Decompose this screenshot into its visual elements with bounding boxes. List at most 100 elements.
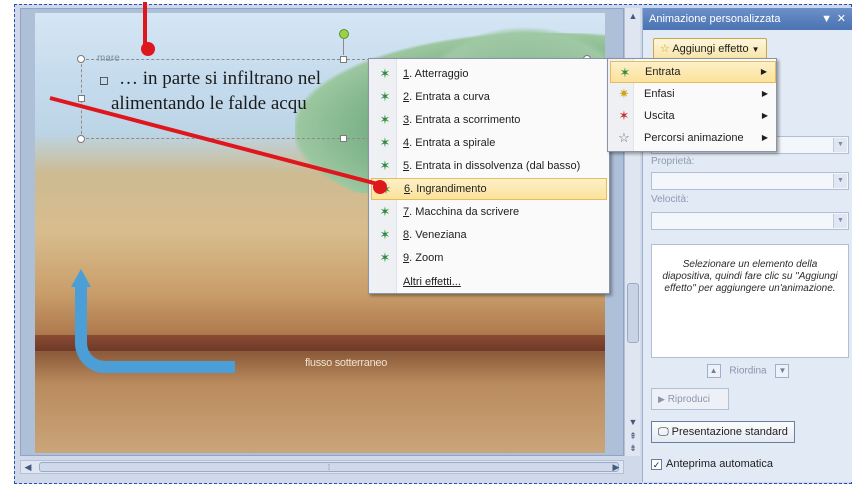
effect-item-label: . Atterraggio xyxy=(409,68,469,80)
submenu-item-0[interactable]: ✶ Entrata ▶ xyxy=(610,61,776,83)
scroll-down-icon[interactable]: ▼ xyxy=(627,416,639,428)
property-combo[interactable]: ▼ xyxy=(651,172,849,190)
annotation-dot-top xyxy=(141,42,155,56)
resize-handle-bottom[interactable] xyxy=(340,135,347,142)
slideshow-button[interactable]: 🖵 Presentazione standard xyxy=(651,421,795,443)
reorder-controls: ▲ Riordina ▼ xyxy=(643,364,853,378)
horizontal-scroll-thumb[interactable]: ⁞ xyxy=(39,462,619,472)
flow-arrow-head-icon xyxy=(71,269,91,287)
slideshow-icon: 🖵 xyxy=(658,426,669,438)
chevron-down-icon: ▼ xyxy=(751,45,760,54)
effect-item-label: . Veneziana xyxy=(409,229,467,241)
entrance-star-icon: ✶ xyxy=(619,65,631,80)
add-effect-submenu: ✶ Entrata ▶ ✷ Enfasi ▶ ✶ Uscita ▶ ☆ Percorsi anima… xyxy=(607,58,777,152)
effect-item-label: . Zoom xyxy=(409,252,444,264)
autopreview-checkbox[interactable]: ✓ xyxy=(651,458,662,470)
scroll-up-icon[interactable]: ▲ xyxy=(627,10,639,22)
effect-item-label: . Macchina da scrivere xyxy=(409,206,520,218)
previous-slide-icon[interactable]: ⇞ xyxy=(627,430,639,442)
entrance-effects-menu: ✶ 1. Atterraggio ✶ 2. Entrata a curva ✶ 3. En… xyxy=(368,58,610,294)
effect-item-label: . Ingrandimento xyxy=(410,183,487,195)
add-effect-star-icon: ☆ xyxy=(660,43,670,55)
resize-handle-left[interactable] xyxy=(78,95,85,102)
property-label: Proprietà: xyxy=(651,156,695,167)
speed-combo[interactable]: ▼ xyxy=(651,212,849,230)
play-button[interactable]: ▶ Riproduci xyxy=(651,388,729,410)
slide-text-line-2: alimentando le falde acqu xyxy=(111,93,307,114)
submenu-item-1[interactable]: ✷ Enfasi ▶ xyxy=(610,83,776,105)
play-label: Riproduci xyxy=(667,394,710,405)
scroll-left-icon[interactable]: ◀ xyxy=(21,461,35,473)
exit-star-icon: ✶ xyxy=(618,108,630,123)
autopreview-option[interactable]: ✓ Anteprima automatica xyxy=(651,458,773,470)
star-green-icon: ✶ xyxy=(379,112,391,127)
speed-label: Velocità: xyxy=(651,194,689,205)
combo-dropdown-icon[interactable]: ▼ xyxy=(833,214,847,228)
effect-item-4[interactable]: ✶ 4. Entrata a spirale xyxy=(371,132,607,154)
combo-dropdown-icon[interactable]: ▼ xyxy=(833,174,847,188)
pane-menu-icon[interactable]: ▼ xyxy=(821,8,832,30)
pane-close-icon[interactable]: ✕ xyxy=(837,8,846,30)
submenu-arrow-icon: ▶ xyxy=(761,89,768,98)
next-slide-icon[interactable]: ⇟ xyxy=(627,442,639,454)
effect-item-2[interactable]: ✶ 2. Entrata a curva xyxy=(371,86,607,108)
submenu-arrow-icon: ▶ xyxy=(761,111,768,120)
star-green-icon: ✶ xyxy=(379,89,391,104)
scroll-right-icon[interactable]: ▶ xyxy=(609,461,623,473)
submenu-arrow-icon: ▶ xyxy=(761,133,768,142)
effect-item-label: . Entrata in dissolvenza (dal basso) xyxy=(409,160,581,172)
submenu-item-label: Entrata xyxy=(645,66,681,78)
star-green-icon: ✶ xyxy=(379,204,391,219)
effect-item-6[interactable]: ✶6. Ingrandimento xyxy=(371,178,607,200)
info-text: Selezionare un elemento della diapositiv… xyxy=(662,259,838,294)
more-effects-item[interactable]: Altri effetti... xyxy=(371,271,607,293)
bullet-icon: ◻ xyxy=(99,73,109,87)
emphasis-star-icon: ✷ xyxy=(618,86,630,101)
resize-handle-bottom-left[interactable] xyxy=(77,135,85,143)
animation-list-box[interactable]: Selezionare un elemento della diapositiv… xyxy=(651,244,849,358)
reorder-label: Riordina xyxy=(729,365,767,377)
annotation-dot-main xyxy=(373,180,387,194)
vertical-scroll-thumb[interactable] xyxy=(627,283,639,343)
add-effect-label: Aggiungi effetto xyxy=(672,43,749,55)
submenu-item-label: Percorsi animazione xyxy=(644,132,744,144)
star-green-icon: ✶ xyxy=(379,250,391,265)
rotation-line xyxy=(343,39,344,55)
submenu-item-label: Uscita xyxy=(644,110,675,122)
effect-item-9[interactable]: ✶ 9. Zoom xyxy=(371,247,607,269)
autopreview-label: Anteprima automatica xyxy=(666,458,773,470)
motion-path-star-icon: ☆ xyxy=(618,130,630,145)
flow-label: flusso sotterraneo xyxy=(305,357,388,369)
slideshow-label: Presentazione standard xyxy=(671,426,788,438)
pane-header: Animazione personalizzata ▼ ✕ xyxy=(643,8,852,30)
star-green-icon: ✶ xyxy=(379,135,391,150)
effect-item-3[interactable]: ✶ 3. Entrata a scorrimento xyxy=(371,109,607,131)
resize-handle-top-left[interactable] xyxy=(77,55,85,63)
submenu-arrow-icon: ▶ xyxy=(760,67,767,76)
combo-dropdown-icon[interactable]: ▼ xyxy=(833,138,847,152)
slide-text-line-1: … in parte si infiltrano nel xyxy=(118,68,322,89)
star-green-icon: ✶ xyxy=(379,66,391,81)
move-up-icon[interactable]: ▲ xyxy=(706,364,721,378)
effect-item-label: . Entrata a curva xyxy=(409,91,490,103)
submenu-item-3[interactable]: ☆ Percorsi animazione ▶ xyxy=(610,127,776,149)
rotation-handle[interactable] xyxy=(339,29,349,39)
more-effects-label: Altri effetti... xyxy=(403,276,461,288)
effect-item-8[interactable]: ✶ 8. Veneziana xyxy=(371,224,607,246)
add-effect-button[interactable]: ☆ Aggiungi effetto ▼ xyxy=(653,38,767,60)
move-down-icon[interactable]: ▼ xyxy=(775,364,790,378)
resize-handle-top[interactable] xyxy=(340,56,347,63)
effect-item-7[interactable]: ✶ 7. Macchina da scrivere xyxy=(371,201,607,223)
effect-item-label: . Entrata a scorrimento xyxy=(409,114,521,126)
effect-item-1[interactable]: ✶ 1. Atterraggio xyxy=(371,63,607,85)
horizontal-scrollbar[interactable]: ◀ ⁞ ▶ xyxy=(20,460,624,474)
effect-item-label: . Entrata a spirale xyxy=(409,137,496,149)
submenu-item-label: Enfasi xyxy=(644,88,675,100)
groundwater-flow-arrow xyxy=(75,283,235,373)
star-green-icon: ✶ xyxy=(379,227,391,242)
star-green-icon: ✶ xyxy=(379,158,391,173)
play-icon: ▶ xyxy=(658,394,665,404)
effect-item-5[interactable]: ✶ 5. Entrata in dissolvenza (dal basso) xyxy=(371,155,607,177)
pane-title: Animazione personalizzata xyxy=(649,13,781,25)
submenu-item-2[interactable]: ✶ Uscita ▶ xyxy=(610,105,776,127)
